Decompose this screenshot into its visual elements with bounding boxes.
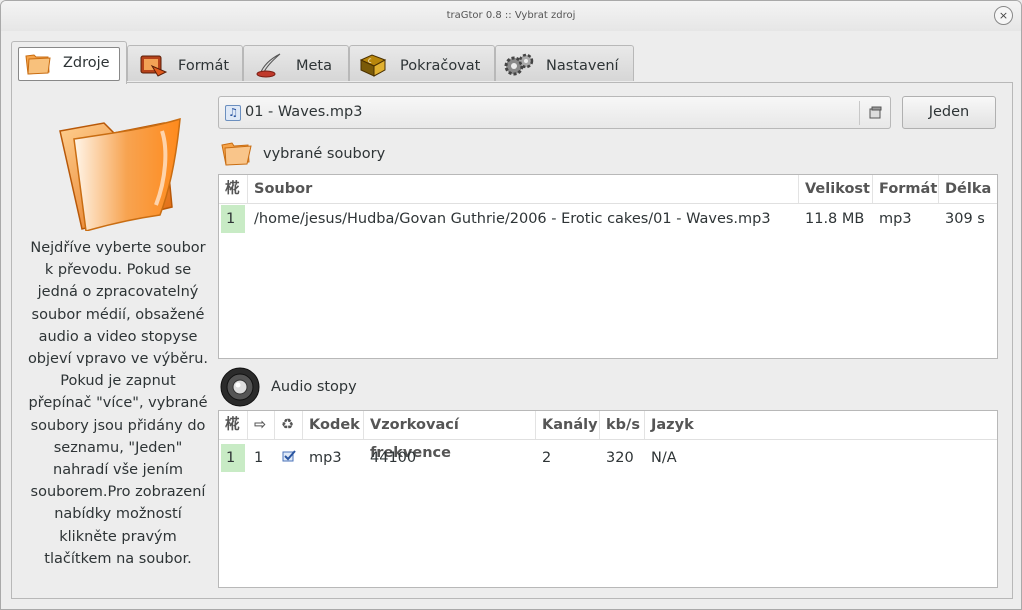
help-line: jedná o zpracovatelný xyxy=(37,284,199,301)
column-header-index[interactable]: 椛 xyxy=(219,411,248,439)
folder-icon xyxy=(221,142,252,166)
column-header-kbps[interactable]: kb/s xyxy=(600,411,645,439)
help-line: seznamu, "Jeden" xyxy=(53,439,183,456)
selected-files-heading: vybrané soubory xyxy=(263,146,386,162)
help-line: soubory jsou přidány do xyxy=(30,417,206,434)
close-button[interactable]: × xyxy=(994,6,1013,25)
selected-files-table[interactable]: 椛 Soubor Velikost Formát Délka 1 /home/j… xyxy=(218,174,998,359)
column-header-track[interactable]: ⇨ xyxy=(248,411,275,439)
help-line: objeví vpravo ve výběru. xyxy=(27,351,209,368)
open-file-icon[interactable] xyxy=(869,106,882,119)
folder-icon xyxy=(59,117,181,231)
row-index: 1 xyxy=(221,444,245,472)
help-line: souborem.Pro zobrazení xyxy=(30,484,206,501)
jeden-button[interactable]: Jeden xyxy=(902,96,996,129)
column-header-delka[interactable]: Délka xyxy=(939,175,997,203)
bitrate-cell: 320 xyxy=(606,450,634,466)
language-cell: N/A xyxy=(651,450,677,466)
music-file-icon: ♫ xyxy=(225,105,241,121)
column-header-enabled[interactable]: ♻ xyxy=(275,411,303,439)
track-number-cell: 1 xyxy=(254,450,264,466)
column-header-kanaly[interactable]: Kanály xyxy=(536,411,600,439)
audio-tracks-heading: Audio stopy xyxy=(271,379,357,395)
quill-icon xyxy=(256,53,281,78)
film-icon xyxy=(140,55,168,77)
help-line: k převodu. Pokud se xyxy=(44,262,192,279)
file-chooser-combo[interactable]: ♫ 01 - Waves.mp3 xyxy=(218,96,891,129)
window-title: traGtor 0.8 :: Vybrat zdroj xyxy=(446,10,576,21)
close-icon: × xyxy=(998,9,1009,22)
audio-tracks-table[interactable]: 椛 ⇨ ♻ Kodek Vzorkovací frekvence Kanály … xyxy=(218,410,998,588)
help-line: klikněte pravým xyxy=(59,528,177,545)
app-window: traGtor 0.8 :: Vybrat zdroj × Zdroje For… xyxy=(0,0,1022,610)
gears-icon xyxy=(504,53,534,76)
tab-meta[interactable]: Meta xyxy=(243,45,349,81)
tab-pokracovat[interactable]: C Pokračovat xyxy=(349,45,495,81)
tab-label-pokracovat: Pokračovat xyxy=(400,58,481,74)
help-line: soubor médií, obsažené xyxy=(31,306,205,323)
svg-text:C: C xyxy=(368,58,372,65)
tab-label-meta: Meta xyxy=(296,58,333,74)
help-line: audio a video stopyse xyxy=(38,328,198,345)
channels-cell: 2 xyxy=(542,450,552,466)
tab-label-nastaveni: Nastavení xyxy=(546,58,619,74)
sample-rate-cell: 44100 xyxy=(370,450,417,466)
checkbox-checked-icon[interactable] xyxy=(282,450,296,462)
tab-nastaveni[interactable]: Nastavení xyxy=(495,45,634,81)
sources-panel: Nejdříve vyberte soubor k převodu. Pokud… xyxy=(11,82,1013,599)
table-header: 椛 Soubor Velikost Formát Délka xyxy=(219,175,997,204)
help-line: nabídky možností xyxy=(54,506,182,523)
help-text: Nejdříve vyberte soubor k převodu. Pokud… xyxy=(22,237,214,570)
help-line: tlačítkem na soubor. xyxy=(44,550,192,567)
help-line: Nejdříve vyberte soubor xyxy=(30,240,206,256)
speaker-icon xyxy=(220,367,260,407)
selected-file-value: 01 - Waves.mp3 xyxy=(245,104,363,120)
codec-cell: mp3 xyxy=(309,450,342,466)
column-header-velikost[interactable]: Velikost xyxy=(799,175,873,203)
file-path-cell: /home/jesus/Hudba/Govan Guthrie/2006 - E… xyxy=(254,211,771,227)
folder-icon xyxy=(25,54,51,75)
table-header: 椛 ⇨ ♻ Kodek Vzorkovací frekvence Kanály … xyxy=(219,411,997,461)
column-header-kodek[interactable]: Kodek xyxy=(303,411,364,439)
help-line: přepínač "více", vybrané xyxy=(28,395,208,412)
column-header-vzorkovaci-frekvence[interactable]: Vzorkovací frekvence xyxy=(364,411,536,461)
tab-label-zdroje: Zdroje xyxy=(63,55,110,71)
tab-label-format: Formát xyxy=(178,58,230,74)
help-line: Pokud je zapnut xyxy=(60,373,176,390)
column-header-format[interactable]: Formát xyxy=(873,175,939,203)
column-header-soubor[interactable]: Soubor xyxy=(248,175,799,203)
file-size-cell: 11.8 MB xyxy=(805,211,865,227)
terminal-icon: C xyxy=(359,54,387,77)
row-index: 1 xyxy=(221,205,245,233)
tab-format[interactable]: Formát xyxy=(127,45,243,81)
column-header-index[interactable]: 椛 xyxy=(219,175,248,203)
column-header-jazyk[interactable]: Jazyk xyxy=(645,411,997,439)
title-bar[interactable]: traGtor 0.8 :: Vybrat zdroj × xyxy=(1,1,1021,31)
combo-separator xyxy=(859,101,860,125)
help-line: nahradí vše jením xyxy=(53,462,183,479)
file-length-cell: 309 s xyxy=(945,211,985,227)
file-format-cell: mp3 xyxy=(879,211,912,227)
tab-zdroje[interactable]: Zdroje xyxy=(11,41,127,84)
